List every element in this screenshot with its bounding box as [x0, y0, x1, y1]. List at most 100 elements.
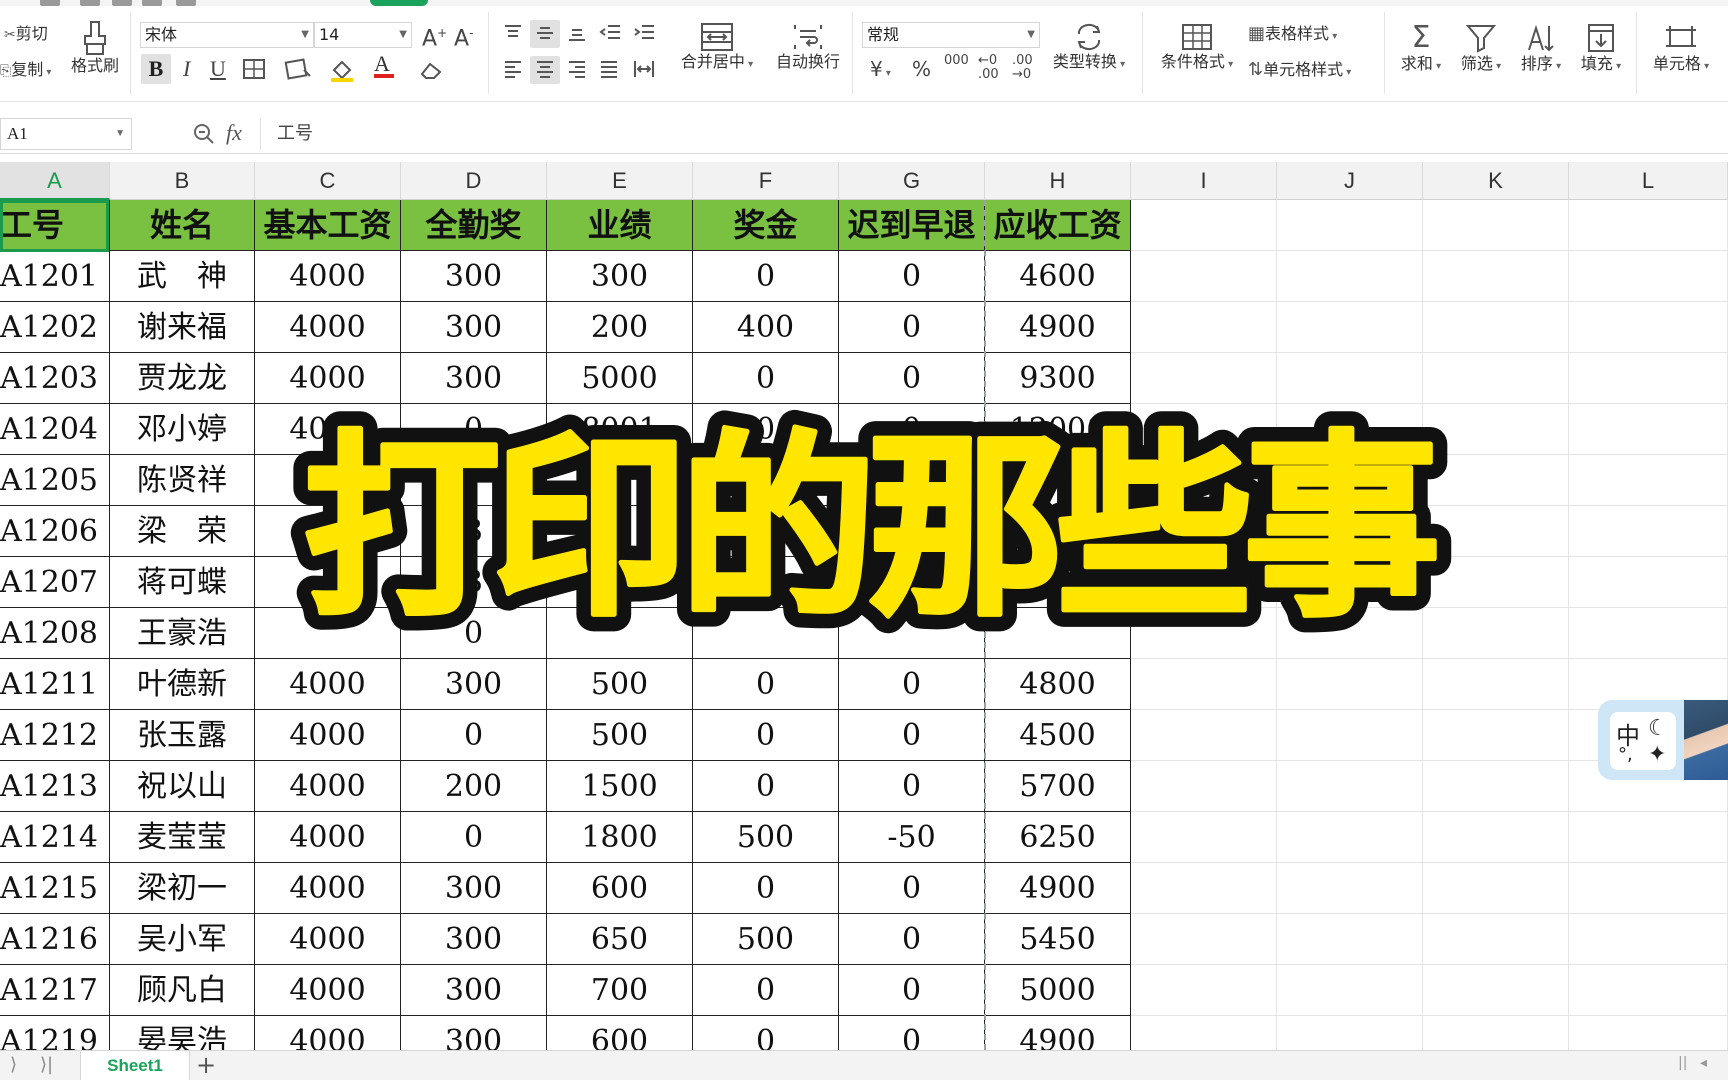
- empty-cell[interactable]: [1277, 863, 1423, 914]
- table-cell[interactable]: 0: [401, 710, 547, 761]
- increase-indent-icon[interactable]: [632, 22, 656, 44]
- empty-cell[interactable]: [1569, 302, 1728, 353]
- column-header-j[interactable]: J: [1277, 162, 1423, 200]
- decrease-font-icon[interactable]: A-: [454, 20, 473, 52]
- empty-cell[interactable]: [1569, 506, 1728, 557]
- table-style-button[interactable]: ▦表格样式 ▾: [1248, 24, 1337, 47]
- table-cell[interactable]: A1213: [0, 761, 110, 812]
- empty-cell[interactable]: [1569, 1016, 1728, 1050]
- increase-decimal-icon[interactable]: ←0.00: [978, 54, 999, 82]
- column-header-f[interactable]: F: [693, 162, 839, 200]
- table-cell[interactable]: 200: [401, 761, 547, 812]
- clear-format-icon[interactable]: [418, 58, 444, 80]
- italic-button[interactable]: I: [183, 56, 190, 82]
- align-middle-icon[interactable]: [534, 22, 556, 44]
- table-cell[interactable]: 陈贤祥: [110, 455, 255, 506]
- empty-cell[interactable]: [1277, 812, 1423, 863]
- empty-cell[interactable]: [1569, 353, 1728, 404]
- table-cell[interactable]: 蒋可蝶: [110, 557, 255, 608]
- table-header-cell[interactable]: 应收工资: [985, 200, 1131, 251]
- table-cell[interactable]: 650: [547, 914, 693, 965]
- table-cell[interactable]: 梁初一: [110, 863, 255, 914]
- table-cell[interactable]: 贾龙龙: [110, 353, 255, 404]
- table-cell[interactable]: 4000: [255, 812, 401, 863]
- merge-center-button[interactable]: 合并居中 ▾: [676, 22, 758, 75]
- thousands-icon[interactable]: 000: [944, 54, 969, 68]
- table-cell[interactable]: 0: [693, 251, 839, 302]
- table-cell[interactable]: 300: [401, 914, 547, 965]
- empty-cell[interactable]: [1277, 761, 1423, 812]
- empty-cell[interactable]: [1569, 404, 1728, 455]
- empty-cell[interactable]: [1131, 1016, 1277, 1050]
- table-cell[interactable]: A1217: [0, 965, 110, 1016]
- moon-icon[interactable]: ☾: [1648, 716, 1668, 741]
- table-cell[interactable]: 5000: [985, 965, 1131, 1016]
- table-cell[interactable]: 梁 荣: [110, 506, 255, 557]
- table-cell[interactable]: A1207: [0, 557, 110, 608]
- table-cell[interactable]: 邓小婷: [110, 404, 255, 455]
- empty-cell[interactable]: [1569, 914, 1728, 965]
- table-cell[interactable]: 0: [839, 761, 985, 812]
- table-cell[interactable]: 500: [693, 812, 839, 863]
- empty-cell[interactable]: [1277, 1016, 1423, 1050]
- justify-icon[interactable]: [598, 58, 620, 80]
- table-header-cell[interactable]: 奖金: [693, 200, 839, 251]
- split-handle-icon[interactable]: ||: [1678, 1055, 1687, 1071]
- table-cell[interactable]: A1203: [0, 353, 110, 404]
- empty-cell[interactable]: [1131, 914, 1277, 965]
- name-box[interactable]: A1 ▼: [0, 118, 132, 150]
- empty-cell[interactable]: [1423, 200, 1569, 251]
- cut-button[interactable]: ✂剪切: [4, 24, 48, 45]
- column-header-a[interactable]: A: [0, 162, 110, 200]
- empty-cell[interactable]: [1131, 965, 1277, 1016]
- table-cell[interactable]: 0: [693, 965, 839, 1016]
- empty-cell[interactable]: [1569, 608, 1728, 659]
- table-cell[interactable]: 0: [839, 863, 985, 914]
- table-cell[interactable]: A1216: [0, 914, 110, 965]
- table-cell[interactable]: 0: [839, 965, 985, 1016]
- table-cell[interactable]: 4900: [985, 863, 1131, 914]
- column-header-d[interactable]: D: [401, 162, 547, 200]
- table-header-cell[interactable]: 基本工资: [255, 200, 401, 251]
- empty-cell[interactable]: [1131, 302, 1277, 353]
- table-cell[interactable]: 4000: [255, 302, 401, 353]
- table-cell[interactable]: 祝以山: [110, 761, 255, 812]
- empty-cell[interactable]: [1131, 863, 1277, 914]
- align-top-icon[interactable]: [502, 22, 524, 44]
- empty-cell[interactable]: [1131, 812, 1277, 863]
- table-cell[interactable]: 4900: [985, 302, 1131, 353]
- table-cell[interactable]: A1215: [0, 863, 110, 914]
- table-cell[interactable]: 0: [839, 1016, 985, 1050]
- table-cell[interactable]: A1205: [0, 455, 110, 506]
- align-left-icon[interactable]: [502, 58, 524, 80]
- table-cell[interactable]: 5450: [985, 914, 1131, 965]
- empty-cell[interactable]: [1277, 710, 1423, 761]
- table-header-cell[interactable]: 姓名: [110, 200, 255, 251]
- table-cell[interactable]: 600: [547, 1016, 693, 1050]
- table-cell[interactable]: 1800: [547, 812, 693, 863]
- empty-cell[interactable]: [1569, 251, 1728, 302]
- empty-cell[interactable]: [1277, 251, 1423, 302]
- table-cell[interactable]: 4000: [255, 761, 401, 812]
- table-cell[interactable]: 300: [401, 1016, 547, 1050]
- empty-cell[interactable]: [1423, 863, 1569, 914]
- table-cell[interactable]: 4000: [255, 965, 401, 1016]
- table-cell[interactable]: 0: [401, 812, 547, 863]
- cell-button[interactable]: 单元格 ▾: [1648, 22, 1714, 77]
- empty-cell[interactable]: [1131, 251, 1277, 302]
- empty-cell[interactable]: [1569, 455, 1728, 506]
- table-cell[interactable]: A1206: [0, 506, 110, 557]
- table-cell[interactable]: 300: [401, 302, 547, 353]
- last-sheet-icon[interactable]: ⟩|: [40, 1054, 53, 1075]
- table-cell[interactable]: 麦莹莹: [110, 812, 255, 863]
- font-color-icon[interactable]: A: [374, 53, 394, 78]
- table-cell[interactable]: 300: [401, 251, 547, 302]
- table-cell[interactable]: A1212: [0, 710, 110, 761]
- table-cell[interactable]: 700: [547, 965, 693, 1016]
- decrease-indent-icon[interactable]: [598, 22, 622, 44]
- table-cell[interactable]: 300: [401, 863, 547, 914]
- empty-cell[interactable]: [1423, 710, 1569, 761]
- number-format-select[interactable]: 常规 ▼: [862, 22, 1040, 48]
- table-cell[interactable]: 0: [693, 761, 839, 812]
- empty-cell[interactable]: [1569, 812, 1728, 863]
